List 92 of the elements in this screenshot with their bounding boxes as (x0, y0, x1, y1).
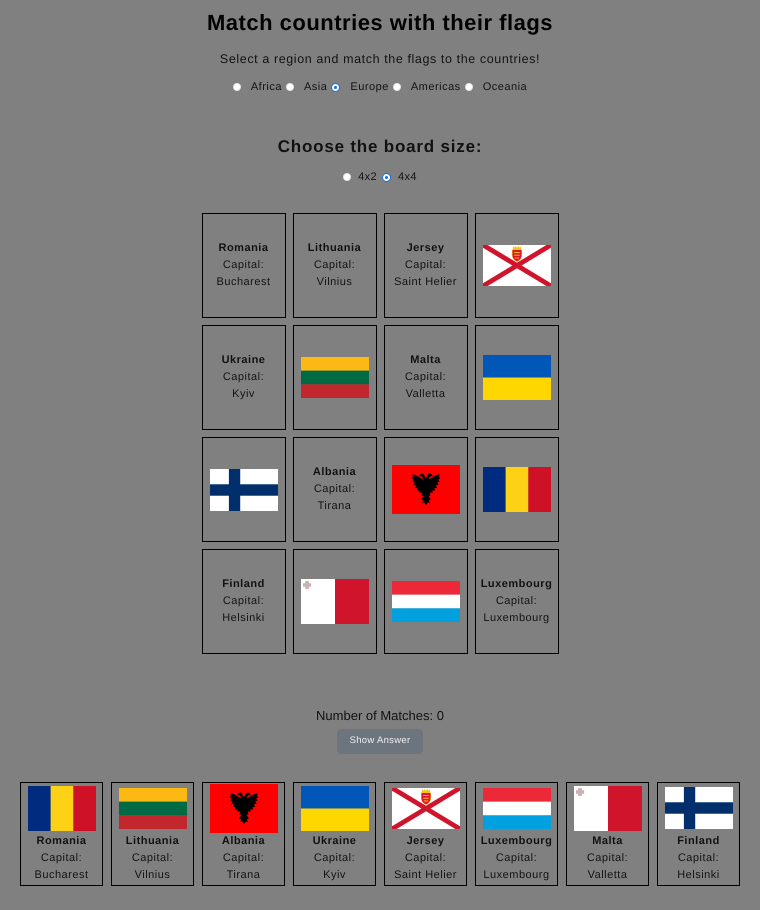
country-card[interactable]: Finland Capital: Helsinki (202, 549, 286, 654)
finland-flag (210, 468, 278, 510)
capital-label: Capital: (314, 258, 356, 273)
capital-label: Capital: (314, 851, 356, 866)
flag-card[interactable] (292, 549, 376, 654)
capital-name: Vilnius (316, 275, 352, 290)
page-title: Match countries with their flags (206, 9, 554, 37)
romania-flag (28, 786, 96, 830)
radio-label[interactable]: Americas (410, 79, 461, 95)
country-name: Jersey (406, 241, 444, 256)
country-name: Finland (677, 834, 720, 849)
radio-label[interactable]: Africa (250, 79, 282, 95)
country-name: Malta (410, 353, 441, 368)
country-name: Albania (222, 834, 266, 849)
capital-name: Valletta (588, 868, 628, 883)
ukraine-flag (482, 355, 550, 400)
jersey-flag (392, 788, 460, 828)
capital-name: Kyiv (232, 387, 255, 402)
country-name: Ukraine (222, 353, 266, 368)
flag-card[interactable] (202, 437, 286, 542)
capital-name: Saint Helier (394, 275, 457, 290)
country-card[interactable]: Jersey Capital: Saint Helier (384, 213, 468, 318)
capital-name: Helsinki (222, 611, 265, 626)
flag-card[interactable] (474, 437, 558, 542)
capital-name: Tirana (226, 868, 260, 883)
capital-name: Helsinki (677, 868, 720, 883)
ukraine-flag (300, 786, 368, 830)
capital-name: Saint Helier (394, 868, 457, 883)
capital-name: Kyiv (323, 868, 346, 883)
flag-card[interactable] (384, 549, 468, 654)
lithuania-flag (118, 788, 186, 828)
radio-button[interactable] (331, 82, 340, 92)
flag-card[interactable] (474, 213, 558, 318)
country-card[interactable]: Albania Capital: Tirana (292, 437, 376, 542)
capital-label: Capital: (222, 594, 264, 609)
malta-flag (300, 579, 368, 624)
country-name: Lithuania (308, 241, 362, 256)
show-answer-button[interactable]: Show Answer (337, 729, 423, 754)
capital-label: Capital: (404, 851, 446, 866)
capital-name: Bucharest (216, 275, 271, 290)
capital-label: Capital: (132, 851, 174, 866)
capital-label: Capital: (222, 258, 264, 273)
country-card[interactable]: Romania Capital: Bucharest (202, 213, 286, 318)
capital-label: Capital: (314, 482, 356, 497)
country-name: Jersey (406, 834, 444, 849)
radio-label[interactable]: 4x2 (358, 169, 377, 185)
lithuania-flag (300, 357, 368, 398)
country-card[interactable]: Luxembourg Capital: Luxembourg (474, 549, 558, 654)
luxembourg-flag (482, 788, 550, 828)
malta-flag (574, 786, 642, 830)
country-name: Lithuania (126, 834, 180, 849)
board-size-heading: Choose the board size: (278, 136, 482, 158)
capital-label: Capital: (222, 370, 264, 385)
country-name: Ukraine (312, 834, 356, 849)
radio-label[interactable]: Oceania (482, 79, 528, 95)
match-count: Number of Matches: 0 (316, 707, 444, 725)
country-card[interactable]: Lithuania Capital: Vilnius (292, 213, 376, 318)
flag-card[interactable] (292, 325, 376, 430)
capital-label: Capital: (496, 594, 538, 609)
capital-label: Capital: (404, 258, 446, 273)
capital-name: Luxembourg (483, 611, 550, 626)
page-subtitle: Select a region and match the flags to the countries! (220, 51, 540, 68)
flag-card[interactable] (474, 325, 558, 430)
romania-flag (482, 467, 550, 512)
radio-label[interactable]: Asia (304, 79, 328, 95)
capital-label: Capital: (222, 851, 264, 866)
country-name: Romania (36, 834, 86, 849)
country-name: Malta (592, 834, 623, 849)
capital-name: Tirana (318, 499, 352, 514)
country-name: Luxembourg (480, 577, 552, 592)
radio-label[interactable]: 4x4 (398, 169, 417, 185)
capital-name: Vilnius (134, 868, 170, 883)
capital-label: Capital: (496, 851, 538, 866)
country-name: Romania (218, 241, 268, 256)
luxembourg-flag (392, 581, 460, 622)
capital-label: Capital: (40, 851, 82, 866)
country-card[interactable]: Ukraine Capital: Kyiv (202, 325, 286, 430)
finland-flag (664, 787, 732, 829)
capital-label: Capital: (678, 851, 720, 866)
country-name: Finland (222, 577, 265, 592)
radio-button[interactable] (382, 172, 391, 182)
capital-name: Luxembourg (483, 868, 550, 883)
country-name: Luxembourg (480, 834, 552, 849)
albania-flag (392, 465, 460, 514)
capital-name: Bucharest (34, 868, 89, 883)
jersey-flag (482, 245, 550, 286)
country-name: Albania (312, 465, 356, 480)
radio-label[interactable]: Europe (350, 79, 389, 95)
capital-label: Capital: (404, 370, 446, 385)
capital-name: Valletta (406, 387, 446, 402)
capital-label: Capital: (586, 851, 628, 866)
country-card[interactable]: Malta Capital: Valletta (384, 325, 468, 430)
